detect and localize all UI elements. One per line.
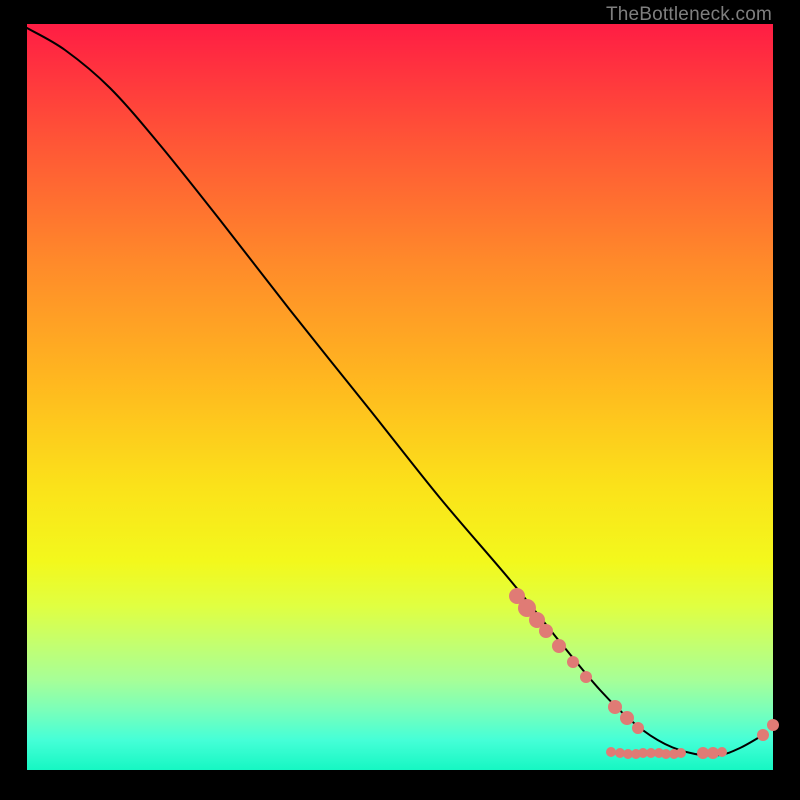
chart-svg xyxy=(27,24,773,770)
data-point xyxy=(580,671,592,683)
data-point xyxy=(717,747,727,757)
data-point xyxy=(552,639,566,653)
data-point xyxy=(539,624,553,638)
bottleneck-curve xyxy=(27,28,763,756)
data-point xyxy=(632,722,644,734)
data-points-group xyxy=(509,588,779,759)
data-point xyxy=(757,729,769,741)
attribution-text: TheBottleneck.com xyxy=(606,4,772,26)
data-point xyxy=(620,711,634,725)
data-point xyxy=(608,700,622,714)
data-point xyxy=(676,748,686,758)
data-point xyxy=(606,747,616,757)
data-point xyxy=(567,656,579,668)
data-point xyxy=(767,719,779,731)
